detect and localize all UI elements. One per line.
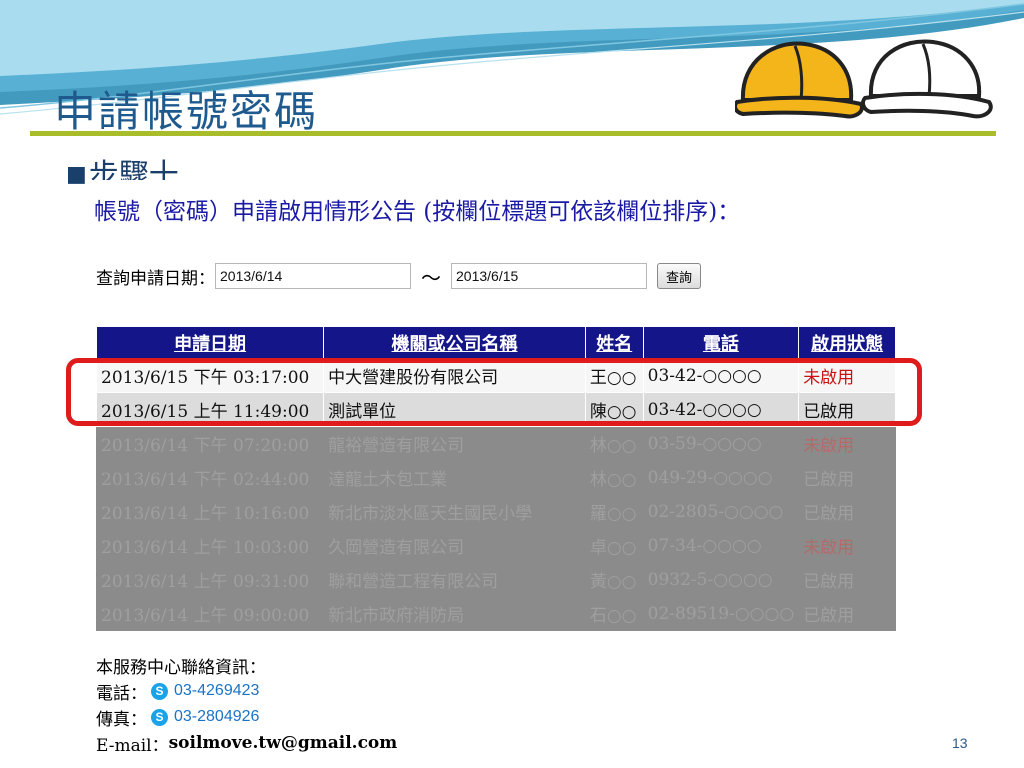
bullet-marker: ■ (66, 162, 87, 187)
cell-phone: 0932-5-○○○○ (642, 562, 800, 597)
table-row: 2013/6/14 上午 10:03:00 久岡營造有限公司 卓○○ 07-34-○○… (95, 528, 896, 563)
skype-icon[interactable]: S (151, 682, 168, 700)
table-row: 2013/6/14 下午 07:20:00 龍裕營造有限公司 林○○ 03-59-○○… (95, 426, 896, 461)
table-row: 2013/6/15 下午 03:17:00 中大營建股份有限公司 王○○ 03-42-… (95, 358, 896, 393)
account-status-table: 申請日期 機關或公司名稱 姓名 電話 啟用狀態 2013/6/15 下午 03:… (95, 326, 896, 631)
cell-status: 未啟用 (798, 528, 896, 563)
cell-phone: 03-42-○○○○ (642, 392, 800, 427)
hard-hat-yellow-icon (735, 41, 864, 119)
query-button[interactable]: 查詢 (657, 263, 702, 289)
column-header-organization[interactable]: 機關或公司名稱 (323, 326, 586, 359)
cell-name: 卓○○ (584, 528, 644, 563)
column-header-phone[interactable]: 電話 (642, 326, 800, 359)
email-address: soilmove.tw@gmail.com (168, 733, 398, 753)
date-range-separator: ～ (421, 265, 441, 290)
cell-status: 已啟用 (798, 392, 896, 427)
cell-phone: 07-34-○○○○ (642, 528, 800, 563)
cell-phone: 049-29-○○○○ (642, 460, 800, 495)
table-row: 2013/6/14 上午 09:31:00 聯和營造工程有限公司 黃○○ 0932-5… (95, 562, 896, 597)
column-header-status[interactable]: 啟用狀態 (798, 326, 896, 359)
cell-organization: 中大營建股份有限公司 (323, 358, 586, 393)
contact-email-line: E-mail： soilmove.tw@gmail.com (96, 730, 397, 756)
cell-date: 2013/6/14 上午 09:00:00 (95, 596, 325, 631)
contact-phone-line: 電話： S 03-4269423 (96, 678, 397, 704)
skype-icon[interactable]: S (151, 708, 168, 726)
query-date-label: 查詢申請日期： (96, 268, 215, 289)
table-row: 2013/6/14 上午 09:00:00 新北市政府消防局 石○○ 02-89519… (95, 596, 896, 631)
cell-status: 已啟用 (798, 596, 896, 631)
embedded-webpage-screenshot: 帳號（密碼）申請啟用情形公告 (按欄位標題可依該欄位排序)： 查詢申請日期： ～… (86, 180, 920, 766)
contact-info: 本服務中心聯絡資訊： 電話： S 03-4269423 傳真： S 03-280… (96, 652, 397, 756)
cell-organization: 聯和營造工程有限公司 (323, 562, 586, 597)
cell-name: 林○○ (584, 460, 644, 495)
cell-date: 2013/6/15 下午 03:17:00 (95, 358, 325, 393)
cell-name: 石○○ (584, 596, 644, 631)
cell-phone: 03-42-○○○○ (642, 358, 800, 393)
table-header-row: 申請日期 機關或公司名稱 姓名 電話 啟用狀態 (95, 326, 896, 359)
hard-hat-white-icon (861, 39, 993, 119)
fax-number-link[interactable]: 03-2804926 (174, 708, 259, 726)
slide-title: 申請帳號密碼 (54, 87, 319, 136)
table-row: 2013/6/14 上午 10:16:00 新北市淡水區天生國民小學 羅○○ 02-2… (95, 494, 896, 529)
cell-name: 黃○○ (584, 562, 644, 597)
cell-organization: 測試單位 (323, 392, 586, 427)
cell-status: 未啟用 (798, 426, 896, 461)
date-query-form: 查詢申請日期： ～ 查詢 (96, 262, 702, 290)
page-heading: 帳號（密碼）申請啟用情形公告 (按欄位標題可依該欄位排序)： (94, 199, 741, 225)
cell-organization: 達龍土木包工業 (323, 460, 586, 495)
table-row: 2013/6/14 下午 02:44:00 達龍土木包工業 林○○ 049-29-○○… (95, 460, 896, 495)
cell-organization: 龍裕營造有限公司 (323, 426, 586, 461)
cell-date: 2013/6/14 下午 02:44:00 (95, 460, 325, 495)
column-header-date[interactable]: 申請日期 (95, 326, 325, 359)
cell-status: 已啟用 (798, 494, 896, 529)
cell-status: 未啟用 (798, 358, 896, 393)
cell-phone: 03-59-○○○○ (642, 426, 800, 461)
phone-number-link[interactable]: 03-4269423 (174, 682, 259, 700)
cell-name: 陳○○ (584, 392, 644, 427)
cell-date: 2013/6/15 上午 11:49:00 (95, 392, 325, 427)
slide-page-number: 13 (952, 735, 968, 751)
email-label: E-mail： (96, 735, 169, 756)
table-row: 2013/6/15 上午 11:49:00 測試單位 陳○○ 03-42-○○○○ 已啟… (95, 392, 896, 427)
cell-status: 已啟用 (798, 562, 896, 597)
contact-fax-line: 傳真： S 03-2804926 (96, 704, 397, 730)
contact-title: 本服務中心聯絡資訊： (96, 657, 266, 678)
cell-date: 2013/6/14 下午 07:20:00 (95, 426, 325, 461)
title-divider (30, 131, 996, 136)
column-header-name[interactable]: 姓名 (584, 326, 644, 359)
fax-label: 傳真： (96, 709, 147, 730)
cell-date: 2013/6/14 上午 10:03:00 (95, 528, 325, 563)
cell-organization: 新北市淡水區天生國民小學 (323, 494, 586, 529)
cell-date: 2013/6/14 上午 10:16:00 (95, 494, 325, 529)
start-date-input[interactable] (215, 263, 411, 289)
end-date-input[interactable] (451, 263, 647, 289)
cell-phone: 02-89519-○○○○ (642, 596, 800, 631)
hard-hats-illustration (735, 39, 993, 119)
cell-phone: 02-2805-○○○○ (642, 494, 800, 529)
cell-name: 林○○ (584, 426, 644, 461)
cell-name: 王○○ (584, 358, 644, 393)
cell-organization: 新北市政府消防局 (323, 596, 586, 631)
cell-date: 2013/6/14 上午 09:31:00 (95, 562, 325, 597)
cell-name: 羅○○ (584, 494, 644, 529)
cell-status: 已啟用 (798, 460, 896, 495)
cell-organization: 久岡營造有限公司 (323, 528, 586, 563)
phone-label: 電話： (96, 683, 147, 704)
